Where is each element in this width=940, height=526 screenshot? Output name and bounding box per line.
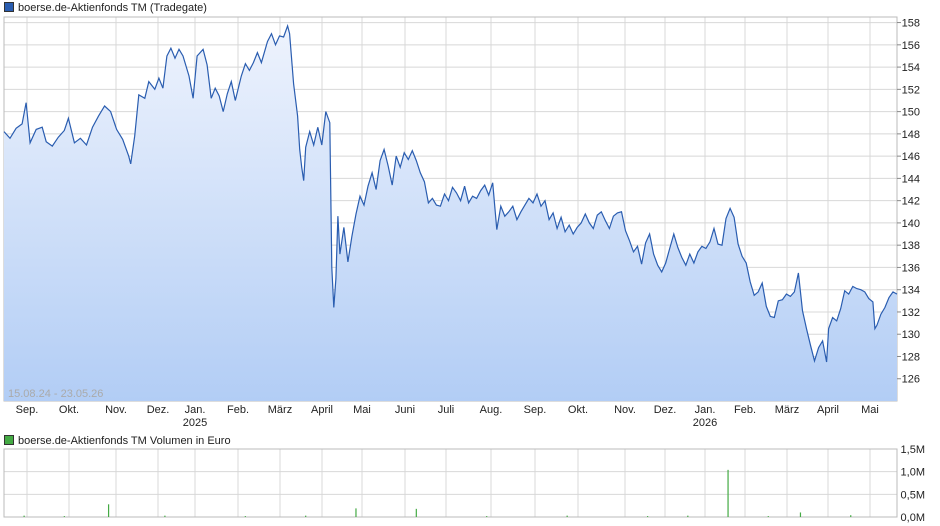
volume-bar <box>850 515 852 517</box>
volume-y-ticks: 0,0M 0,5M 1,0M 1,5M <box>901 444 925 524</box>
x-tick-label: Jan. <box>695 404 716 416</box>
volume-bar <box>486 516 488 517</box>
y-tick-label: 144 <box>902 173 920 185</box>
y-tick-label: 136 <box>902 262 920 274</box>
volume-bar <box>23 515 25 517</box>
y-tick-label: 158 <box>902 18 920 30</box>
x-tick-label: Feb. <box>734 404 756 416</box>
price-area-layer <box>4 25 897 402</box>
volume-bar <box>305 515 307 517</box>
volume-bar <box>727 469 729 517</box>
x-tick-label: Mai <box>353 404 371 416</box>
price-volume-chart[interactable]: 126 128 130 132 134 136 138 140 142 144 146 148 150 1… <box>0 0 940 526</box>
y-tick-label: 130 <box>902 329 920 341</box>
y-tick-label: 134 <box>902 285 920 297</box>
y-tick-label: 154 <box>902 62 920 74</box>
y-tick-label: 128 <box>902 351 920 363</box>
volume-bar <box>244 516 246 517</box>
volume-bar <box>415 508 417 517</box>
volume-y-tick-label: 1,5M <box>901 444 925 456</box>
x-tick-label: März <box>268 404 292 416</box>
volume-bar <box>355 508 357 517</box>
x-tick-label: Feb. <box>227 404 249 416</box>
y-tick-label: 150 <box>902 107 920 119</box>
volume-y-tick-label: 0,5M <box>901 489 925 501</box>
chart-stage: boerse.de-Aktienfonds TM (Tradegate) boe… <box>0 0 940 526</box>
x-year-label: 2025 <box>183 417 207 429</box>
x-tick-label: April <box>311 404 333 416</box>
x-tick-label: Okt. <box>59 404 79 416</box>
x-tick-label: Okt. <box>568 404 588 416</box>
x-tick-label: Aug. <box>480 404 503 416</box>
volume-bar <box>799 512 802 517</box>
x-tick-label: April <box>817 404 839 416</box>
volume-y-tick-label: 0,0M <box>901 512 925 524</box>
x-tick-label: Dez. <box>147 404 170 416</box>
y-tick-label: 148 <box>902 129 920 141</box>
y-tick-label: 142 <box>902 196 920 208</box>
x-tick-label: Jan. <box>185 404 206 416</box>
x-tick-label: Nov. <box>614 404 636 416</box>
x-ticks: Sep. Okt. Nov. Dez. Jan. Feb. März April Mai Juni… <box>16 404 879 429</box>
volume-bar <box>687 515 689 517</box>
x-tick-label: Nov. <box>105 404 127 416</box>
x-tick-label: Sep. <box>16 404 39 416</box>
x-year-label: 2026 <box>693 417 717 429</box>
volume-bar <box>63 516 65 517</box>
date-range-label: 15.08.24 - 23.05.26 <box>8 388 103 400</box>
x-tick-label: Sep. <box>524 404 547 416</box>
y-tick-label: 132 <box>902 307 920 319</box>
x-tick-label: Mai <box>861 404 879 416</box>
volume-plot-frame <box>3 448 898 518</box>
x-tick-label: Juli <box>438 404 455 416</box>
price-area <box>4 25 897 402</box>
price-y-ticks: 126 128 130 132 134 136 138 140 142 144 146 148 150 1… <box>897 18 920 386</box>
volume-bar <box>647 516 649 517</box>
y-tick-label: 152 <box>902 84 920 96</box>
volume-y-tick-label: 1,0M <box>901 467 925 479</box>
volume-bar <box>107 504 110 517</box>
volume-grid <box>4 448 897 518</box>
volume-bars-layer <box>23 469 852 517</box>
volume-bar <box>566 515 568 517</box>
x-tick-label: März <box>775 404 799 416</box>
volume-bar <box>164 515 166 517</box>
y-tick-label: 126 <box>902 374 920 386</box>
y-tick-label: 146 <box>902 151 920 163</box>
x-tick-label: Juni <box>395 404 415 416</box>
y-tick-label: 156 <box>902 40 920 52</box>
y-tick-label: 140 <box>902 218 920 230</box>
x-tick-label: Dez. <box>654 404 677 416</box>
volume-bar <box>767 516 769 517</box>
y-tick-label: 138 <box>902 240 920 252</box>
